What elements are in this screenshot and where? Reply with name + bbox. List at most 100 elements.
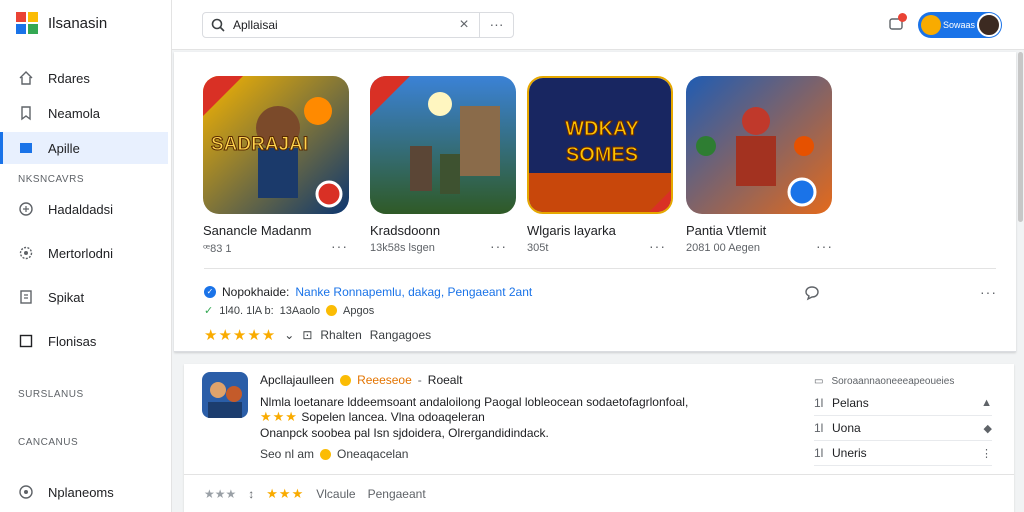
list-item[interactable]: 1l Uneris ⋮: [814, 441, 992, 466]
more-options-icon[interactable]: ···: [980, 284, 997, 300]
search-options-button[interactable]: ···: [479, 13, 513, 37]
list-item[interactable]: 1l Uona ◆: [814, 416, 992, 441]
app-thumbnail[interactable]: [202, 372, 248, 418]
arrow-icon[interactable]: ▲: [981, 397, 992, 409]
sidebar-item-label: Mertorlodni: [48, 245, 114, 261]
avatar: [921, 15, 941, 35]
review-meta-1: 1l40. 1lA b:: [219, 304, 274, 317]
account-chip[interactable]: Sowaas: [918, 12, 1002, 38]
app-thumbnail[interactable]: WDKAY SOMES: [527, 76, 673, 214]
trend-icon: ✓: [204, 305, 214, 317]
search-input[interactable]: [233, 14, 449, 36]
star-rating: ★★★: [260, 409, 298, 424]
review-meta-3: Apgos: [343, 304, 375, 317]
sidebar-item-label: Neamola: [48, 105, 101, 121]
review-author-row: Apcllajaulleen Reeeseoe - Roealt: [260, 373, 462, 387]
list-item-label: Uona: [832, 421, 861, 435]
list-item-label: Uneris: [832, 446, 867, 460]
app-title[interactable]: Wlgaris layarka: [527, 223, 616, 238]
review-rating-row: ★★★★★ ⌄ ⊡ Rhalten Rangagoes: [204, 326, 431, 344]
sidebar-item-neamola[interactable]: Neamola: [0, 97, 168, 129]
app-title[interactable]: Sanancle Madanm: [203, 223, 311, 238]
list-item-label: Pelans: [832, 396, 869, 410]
separator: -: [417, 373, 422, 387]
square-icon: [18, 333, 34, 349]
app-card[interactable]: Kradsdoonn 13k58s lsgen ···: [370, 76, 530, 254]
list-item-index: 1l: [814, 446, 824, 460]
review-detail-panel: Apcllajaulleen Reeeseoe - Roealt Nlmla l…: [184, 364, 1014, 512]
more-options-icon[interactable]: ···: [490, 238, 507, 254]
thumb-icon[interactable]: ↕: [248, 487, 254, 501]
brand[interactable]: Ilsanasin: [16, 12, 107, 34]
review-text-line: Nlmla loetanare lddeemsoant andaloilong …: [260, 395, 689, 409]
notification-badge: [898, 13, 907, 22]
sidebar-item-label: Hadaldadsi: [48, 201, 114, 217]
side-list-title: Soroaannaoneeeapeoueies: [831, 376, 955, 387]
sidebar-item-spikat[interactable]: Spikat: [0, 281, 168, 313]
sidebar-item-mertorlodni[interactable]: Mertorlodni: [0, 237, 168, 269]
check-icon: ✓: [204, 286, 216, 298]
action-label[interactable]: Vlcaule: [316, 487, 355, 501]
more-options-icon[interactable]: ···: [649, 238, 666, 254]
app-title[interactable]: Kradsdoonn: [370, 223, 440, 238]
app-card[interactable]: Pantia Vtlemit 2081 00 Aegen ···: [686, 76, 846, 254]
comment-icon[interactable]: [804, 285, 820, 306]
app-card[interactable]: WDKAY SOMES Wlgaris layarka 305t ···: [527, 76, 687, 254]
review-author[interactable]: Apcllajaulleen: [260, 373, 334, 387]
star-rating[interactable]: ★★★: [204, 487, 236, 501]
app-meta: ꟹ83 1: [203, 243, 232, 255]
review-text-line: Onanpck soobea pal Isn sjdoidera, Olrerg…: [260, 426, 549, 440]
sidebar-section-label: SURSLANUS: [18, 389, 84, 400]
action-label[interactable]: Pengaeant: [368, 487, 426, 501]
search-icon[interactable]: [203, 18, 233, 32]
app-art-title: SADRAJAI: [210, 134, 309, 156]
app-cards-panel: SADRAJAI Sanancle Madanm ꟹ83 1 ··· Krads…: [174, 52, 1016, 352]
coin-icon: [326, 305, 338, 316]
app-window: Ilsanasin Rdares Neamola Apille NKSNCAVR…: [0, 0, 1024, 512]
diamond-icon[interactable]: ◆: [984, 422, 992, 435]
sidebar-item-nplaneoms[interactable]: Nplaneoms: [0, 476, 168, 508]
sidebar-item-apille[interactable]: Apille: [0, 132, 168, 164]
chevron-down-icon[interactable]: ⌄: [284, 328, 294, 342]
scrollbar[interactable]: [1018, 52, 1023, 222]
status-badge: Reeeseoe: [357, 373, 412, 387]
app-thumbnail[interactable]: [370, 76, 516, 214]
more-options-icon[interactable]: ···: [816, 238, 833, 254]
sidebar-item-label: Flonisas: [48, 333, 97, 349]
app-card[interactable]: SADRAJAI Sanancle Madanm ꟹ83 1 ···: [203, 76, 363, 255]
reply-label[interactable]: Rhalten: [320, 328, 361, 342]
list-icon: ▭: [814, 376, 824, 387]
list-item-index: 1l: [814, 421, 824, 435]
notification-icon[interactable]: [888, 13, 907, 32]
coin-icon: [320, 448, 332, 460]
sidebar-item-hadaldadsi[interactable]: Hadaldadsi: [0, 193, 168, 225]
side-list: ▭ Soroaannaoneeeapeoueies 1l Pelans ▲ 1l…: [814, 376, 992, 466]
review-footer-text: Seo nl am: [260, 447, 315, 461]
app-thumbnail[interactable]: SADRAJAI: [203, 76, 349, 214]
sidebar-item-label: Rdares: [48, 70, 90, 86]
sidebar-item-rdares[interactable]: Rdares: [0, 62, 168, 94]
review-link[interactable]: Nanke Ronnapemlu, dakag, Pengaeant 2ant: [295, 285, 532, 299]
app-title[interactable]: Pantia Vtlemit: [686, 223, 766, 238]
reply-sub: Rangagoes: [369, 328, 432, 342]
more-vert-icon[interactable]: ⋮: [981, 447, 992, 460]
star-rating[interactable]: ★★★: [266, 486, 304, 502]
sidebar-item-flonisas[interactable]: Flonisas: [0, 325, 168, 357]
sidebar-item-label: Spikat: [48, 289, 85, 305]
book-icon: [18, 289, 34, 305]
review-header: ✓ Nopokhaide: Nanke Ronnapemlu, dakag, P…: [204, 285, 532, 299]
app-logo-icon: [16, 12, 38, 34]
app-thumbnail[interactable]: [686, 76, 832, 214]
avatar: [977, 13, 1001, 37]
list-item[interactable]: 1l Pelans ▲: [814, 391, 992, 416]
divider: [184, 474, 1014, 475]
more-options-icon[interactable]: ···: [331, 238, 348, 254]
reply-icon[interactable]: ⊡: [302, 328, 312, 342]
sidebar: Ilsanasin Rdares Neamola Apille NKSNCAVR…: [0, 0, 172, 512]
close-icon[interactable]: ×: [449, 16, 479, 34]
grid-icon: [18, 201, 34, 217]
star-rating[interactable]: ★★★★★: [204, 326, 276, 344]
divider: [204, 268, 996, 269]
side-list-header: ▭ Soroaannaoneeeapeoueies: [814, 376, 992, 387]
coin-icon: [340, 374, 352, 386]
